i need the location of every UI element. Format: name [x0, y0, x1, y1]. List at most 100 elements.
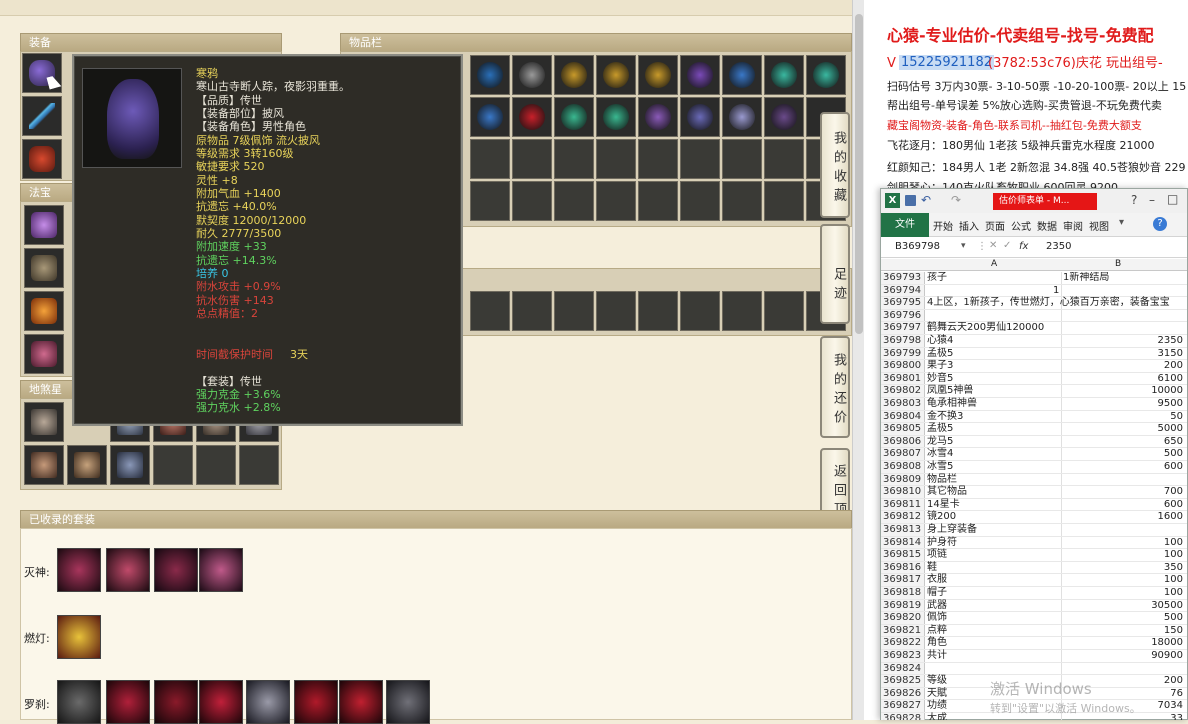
suit-item[interactable]: [199, 548, 243, 592]
formula-input[interactable]: 2350: [1046, 241, 1071, 252]
sheet-row[interactable]: 369797 鹤舞云天200男仙120000: [881, 322, 1187, 335]
cell-a[interactable]: 物品栏: [927, 474, 957, 486]
inventory-slot[interactable]: [596, 55, 636, 95]
tab-page[interactable]: 页面: [985, 218, 1005, 233]
fabao-slot-1[interactable]: [24, 205, 64, 245]
sheet-row[interactable]: 369808 冰雪5 600: [881, 461, 1187, 474]
cell-a[interactable]: 大成: [927, 713, 947, 720]
sheet-row[interactable]: 369810 其它物品 700: [881, 486, 1187, 499]
inventory-slot[interactable]: [554, 181, 594, 221]
inventory-slot[interactable]: [638, 139, 678, 179]
sheet-row[interactable]: 369823 共计 90900: [881, 650, 1187, 663]
cell-b[interactable]: 600: [1164, 499, 1183, 511]
suit-item[interactable]: [57, 680, 101, 724]
cell-a[interactable]: 4上区，1新孩子，传世燃灯，心猿百万亲密，装备宝宝: [927, 297, 1170, 309]
beast-slot-2[interactable]: [24, 445, 64, 485]
inventory-slot[interactable]: [470, 181, 510, 221]
beast-slot-empty[interactable]: [153, 445, 193, 485]
inventory-slot[interactable]: [554, 139, 594, 179]
cell-a[interactable]: 鞋: [927, 562, 937, 574]
tab-file[interactable]: 文件: [881, 213, 929, 237]
cell-a[interactable]: 其它物品: [927, 486, 967, 498]
beast-slot-empty[interactable]: [196, 445, 236, 485]
inventory-slot[interactable]: [470, 97, 510, 137]
cell-a[interactable]: 衣服: [927, 574, 947, 586]
my-counteroffer-button[interactable]: 我的还价: [820, 336, 850, 438]
beast-slot-7[interactable]: [67, 445, 107, 485]
storage-slot[interactable]: [722, 291, 762, 331]
inventory-slot[interactable]: [554, 55, 594, 95]
fx-icon[interactable]: fx: [1019, 241, 1028, 252]
inventory-slot[interactable]: [596, 97, 636, 137]
phone-number[interactable]: 15225921182: [899, 55, 994, 70]
cell-b[interactable]: 3150: [1158, 348, 1183, 360]
cell-b[interactable]: 100: [1164, 549, 1183, 561]
cell-a[interactable]: 冰雪5: [927, 461, 953, 473]
cell-a[interactable]: 金不换3: [927, 411, 963, 423]
inventory-slot[interactable]: [554, 97, 594, 137]
name-box[interactable]: B369798: [895, 241, 965, 252]
sheet-row[interactable]: 369798 心猿4 2350: [881, 335, 1187, 348]
sheet-row[interactable]: 369806 龙马5 650: [881, 436, 1187, 449]
inventory-slot[interactable]: [638, 97, 678, 137]
cell-b[interactable]: 500: [1164, 612, 1183, 624]
sheet-row[interactable]: 369800 果子3 200: [881, 360, 1187, 373]
name-box-dropdown-icon[interactable]: ▾: [961, 241, 966, 251]
inventory-slot[interactable]: [722, 181, 762, 221]
cell-b[interactable]: 76: [1170, 688, 1183, 700]
tab-home[interactable]: 开始: [933, 218, 953, 233]
cell-b[interactable]: 700: [1164, 486, 1183, 498]
inventory-slot[interactable]: [596, 139, 636, 179]
inventory-slot[interactable]: [596, 181, 636, 221]
page-scrollbar[interactable]: [852, 0, 864, 720]
ribbon-more-icon[interactable]: ▾: [1119, 217, 1124, 228]
sheet-row[interactable]: 369802 凤凰5神兽 10000: [881, 385, 1187, 398]
save-icon[interactable]: [905, 195, 916, 206]
sheet-row[interactable]: 369820 佩饰 500: [881, 612, 1187, 625]
inventory-slot[interactable]: [638, 55, 678, 95]
undo-icon[interactable]: ↶: [921, 193, 931, 207]
cell-a[interactable]: 武器: [927, 600, 947, 612]
tab-insert[interactable]: 插入: [959, 218, 979, 233]
column-header-a[interactable]: A: [991, 259, 997, 269]
equip-slot-weapon[interactable]: [22, 96, 62, 136]
cell-b[interactable]: 650: [1164, 436, 1183, 448]
cell-b[interactable]: 350: [1164, 562, 1183, 574]
cell-b[interactable]: 100: [1164, 537, 1183, 549]
cell-a[interactable]: 妙音5: [927, 373, 953, 385]
cell-b[interactable]: 10000: [1151, 385, 1183, 397]
cell-a[interactable]: 点粹: [927, 625, 947, 637]
cell-a[interactable]: 功绩: [927, 700, 947, 712]
suit-item[interactable]: [339, 680, 383, 724]
cell-b[interactable]: 50: [1170, 411, 1183, 423]
cell-a[interactable]: 孟极5: [927, 423, 953, 435]
cell-a[interactable]: 孟极5: [927, 348, 953, 360]
sheet-row[interactable]: 369811 14星卡 600: [881, 499, 1187, 512]
suit-item[interactable]: [154, 680, 198, 724]
formula-cancel-icon[interactable]: ✕: [989, 240, 997, 251]
sheet-row[interactable]: 369821 点粹 150: [881, 625, 1187, 638]
inventory-slot[interactable]: [680, 55, 720, 95]
footprint-button[interactable]: 足迹: [820, 224, 850, 324]
cell-a[interactable]: 帽子: [927, 587, 947, 599]
sheet-row[interactable]: 369796: [881, 310, 1187, 323]
cell-a[interactable]: 果子3: [927, 360, 953, 372]
beast-slot-1[interactable]: [24, 402, 64, 442]
tab-formula[interactable]: 公式: [1011, 218, 1031, 233]
cell-b[interactable]: 90900: [1151, 650, 1183, 662]
suit-item[interactable]: [106, 680, 150, 724]
cell-b[interactable]: 33: [1170, 713, 1183, 720]
redo-icon[interactable]: ↷: [951, 193, 961, 207]
cell-b[interactable]: 1600: [1158, 511, 1183, 523]
cell-b[interactable]: 5000: [1158, 423, 1183, 435]
inventory-slot[interactable]: [680, 139, 720, 179]
inventory-slot[interactable]: [680, 97, 720, 137]
suit-item[interactable]: [199, 680, 243, 724]
my-favorites-button[interactable]: 我的收藏: [820, 112, 850, 218]
scrollbar-thumb[interactable]: [855, 14, 863, 334]
cell-b[interactable]: 30500: [1151, 600, 1183, 612]
tab-review[interactable]: 审阅: [1063, 218, 1083, 233]
cell-b[interactable]: 1: [1053, 285, 1059, 297]
sheet-row[interactable]: 369824: [881, 663, 1187, 676]
sheet-row[interactable]: 369805 孟极5 5000: [881, 423, 1187, 436]
